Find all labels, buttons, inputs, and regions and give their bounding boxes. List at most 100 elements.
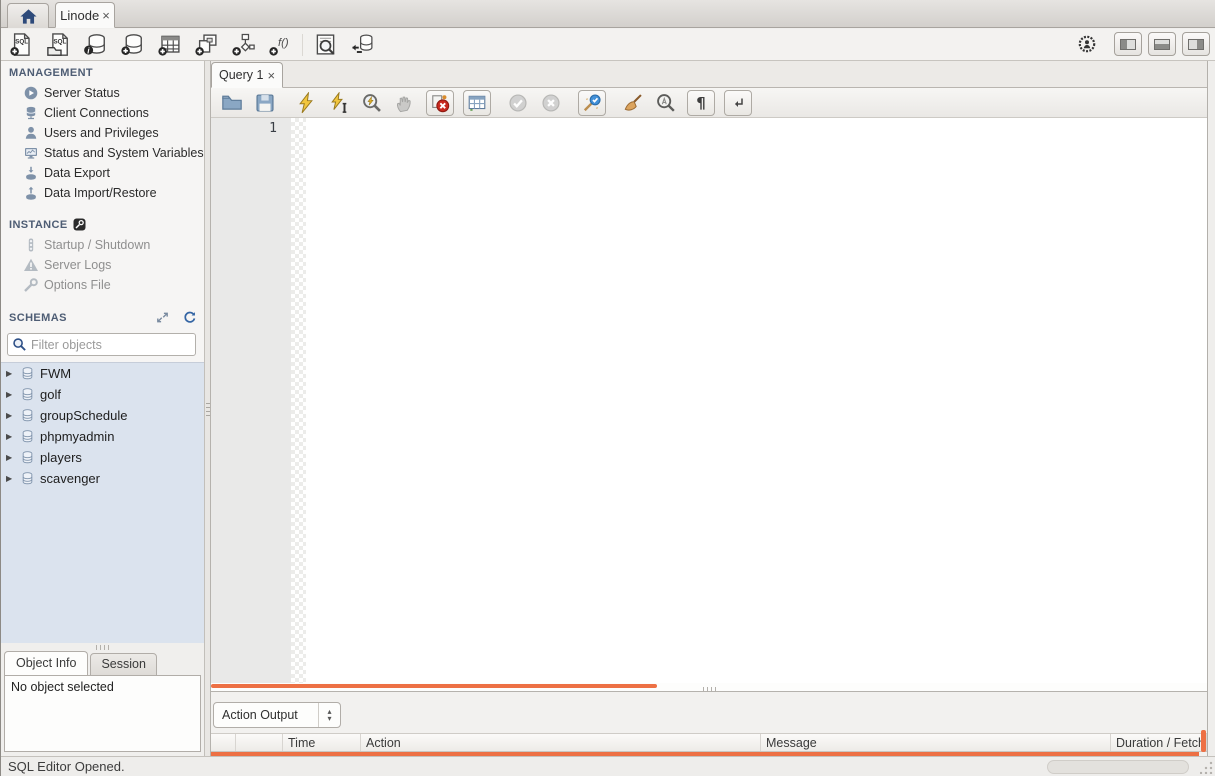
navigator-sidebar: MANAGEMENT Server Status Client Connecti… (1, 61, 204, 643)
tab-object-info[interactable]: Object Info (4, 651, 89, 676)
chevron-right-icon[interactable]: ▶ (6, 468, 16, 489)
schemas-title: SCHEMAS (9, 312, 67, 324)
sidebar-item-data-export[interactable]: Data Export (1, 163, 204, 183)
schema-row-players[interactable]: ▶ players (1, 447, 204, 468)
open-sql-script-button[interactable]: SQL (43, 31, 73, 59)
schema-name: phpmyadmin (40, 429, 115, 444)
reconnect-dbms-button[interactable] (347, 31, 377, 59)
column-action[interactable]: Action (361, 734, 761, 751)
create-table-button[interactable] (154, 31, 184, 59)
column-blank-1 (211, 734, 236, 751)
spinner-arrows[interactable]: ▴ ▾ (318, 703, 340, 727)
panel-grip[interactable] (96, 645, 110, 650)
column-message[interactable]: Message (761, 734, 1111, 751)
toolbar-right-group (1074, 31, 1210, 57)
status-monitor-icon (23, 145, 39, 161)
sidebar-item-startup-shutdown[interactable]: Startup / Shutdown (1, 235, 204, 255)
line-number-gutter: 1 (211, 118, 291, 683)
refresh-schemas-icon[interactable] (182, 310, 198, 326)
schema-inspector-button[interactable]: i (80, 31, 110, 59)
client-connections-icon (23, 105, 39, 121)
toggle-right-panel-button[interactable] (1182, 32, 1210, 56)
chevron-right-icon[interactable]: ▶ (6, 426, 16, 447)
show-invisibles-button[interactable]: ¶ (687, 89, 715, 116)
sidebar-item-server-status[interactable]: Server Status (1, 83, 204, 103)
tab-session[interactable]: Session (90, 653, 157, 676)
pilcrow-icon: ¶ (696, 93, 706, 112)
create-view-button[interactable] (191, 31, 221, 59)
main-toolbar: SQL SQL i f() (1, 29, 1215, 61)
toggle-wrap-button[interactable] (724, 89, 752, 116)
close-icon[interactable]: × (267, 68, 275, 83)
editor-area: Query 1 × ¶ 1 Action Output ▴ ▾ Time Act… (211, 61, 1208, 756)
tab-connection-linode[interactable]: Linode × (55, 2, 115, 28)
commit-button (506, 91, 530, 115)
sidebar-item-client-connections[interactable]: Client Connections (1, 103, 204, 123)
panel-grip[interactable] (703, 687, 717, 692)
chevron-right-icon[interactable]: ▶ (6, 384, 16, 405)
chevron-right-icon[interactable]: ▶ (6, 447, 16, 468)
resize-grip-icon[interactable] (1200, 761, 1213, 774)
explain-button[interactable] (360, 91, 384, 115)
toggle-left-panel-button[interactable] (1114, 32, 1142, 56)
database-icon (20, 471, 36, 487)
column-time[interactable]: Time (283, 734, 361, 751)
toggle-autocommit-button[interactable] (578, 89, 606, 116)
object-info-content: No object selected (4, 675, 201, 752)
toggle-bottom-panel-button[interactable] (1148, 32, 1176, 56)
schema-name: groupSchedule (40, 408, 128, 423)
output-vertical-scrollbar[interactable] (1201, 730, 1206, 752)
create-function-button[interactable]: f() (265, 31, 295, 59)
database-icon (20, 408, 36, 424)
sidebar-item-data-import[interactable]: Data Import/Restore (1, 183, 204, 203)
schema-row-scavenger[interactable]: ▶ scavenger (1, 468, 204, 489)
open-script-button[interactable] (220, 91, 244, 115)
tab-query-1[interactable]: Query 1 × (211, 62, 283, 88)
chevron-right-icon[interactable]: ▶ (6, 405, 16, 426)
svg-text:SQL: SQL (53, 38, 66, 45)
status-indicator (1047, 760, 1189, 774)
create-procedure-button[interactable] (228, 31, 258, 59)
right-panel-icon (1188, 38, 1204, 50)
connection-tab-label: Linode (60, 7, 100, 23)
execute-current-button[interactable] (327, 91, 351, 115)
save-script-button[interactable] (253, 91, 277, 115)
limit-rows-button[interactable] (463, 89, 491, 116)
schemas-section-header: SCHEMAS (1, 304, 204, 330)
connection-tab-bar: Linode × (1, 0, 1215, 28)
output-view-selector[interactable]: Action Output ▴ ▾ (213, 702, 341, 728)
sidebar-item-options-file[interactable]: Options File (1, 275, 204, 295)
chevron-right-icon[interactable]: ▶ (6, 363, 16, 384)
schema-name: golf (40, 387, 61, 402)
schema-row-golf[interactable]: ▶ golf (1, 384, 204, 405)
execute-button[interactable] (294, 91, 318, 115)
export-icon (23, 165, 39, 181)
rollback-button (539, 91, 563, 115)
filter-objects-input[interactable] (31, 337, 192, 352)
search-table-data-button[interactable] (310, 31, 340, 59)
sql-code-editor[interactable]: 1 (211, 118, 1207, 683)
database-icon (20, 450, 36, 466)
home-tab[interactable] (7, 3, 49, 28)
schema-row-phpmyadmin[interactable]: ▶ phpmyadmin (1, 426, 204, 447)
schema-row-fwm[interactable]: ▶ FWM (1, 363, 204, 384)
new-query-tab-button[interactable]: SQL (6, 31, 36, 59)
info-tab-bar: Object Info Session (4, 651, 157, 676)
preferences-icon[interactable] (1074, 31, 1100, 57)
status-message: SQL Editor Opened. (8, 759, 125, 774)
sidebar-item-label: Status and System Variables (44, 146, 204, 160)
sidebar-item-users-privileges[interactable]: Users and Privileges (1, 123, 204, 143)
toggle-stop-on-error-button[interactable] (426, 89, 454, 116)
sidebar-splitter[interactable] (204, 61, 211, 756)
schema-row-groupschedule[interactable]: ▶ groupSchedule (1, 405, 204, 426)
close-icon[interactable]: × (102, 8, 110, 23)
find-button[interactable] (654, 91, 678, 115)
sidebar-item-label: Server Logs (44, 258, 112, 272)
column-duration-fetch[interactable]: Duration / Fetch (1111, 734, 1207, 751)
create-schema-button[interactable] (117, 31, 147, 59)
sidebar-item-server-logs[interactable]: Server Logs (1, 255, 204, 275)
scrollbar-thumb[interactable] (211, 684, 657, 688)
expand-panel-icon[interactable] (155, 310, 171, 326)
beautify-button[interactable] (621, 91, 645, 115)
sidebar-item-status-variables[interactable]: Status and System Variables (1, 143, 204, 163)
